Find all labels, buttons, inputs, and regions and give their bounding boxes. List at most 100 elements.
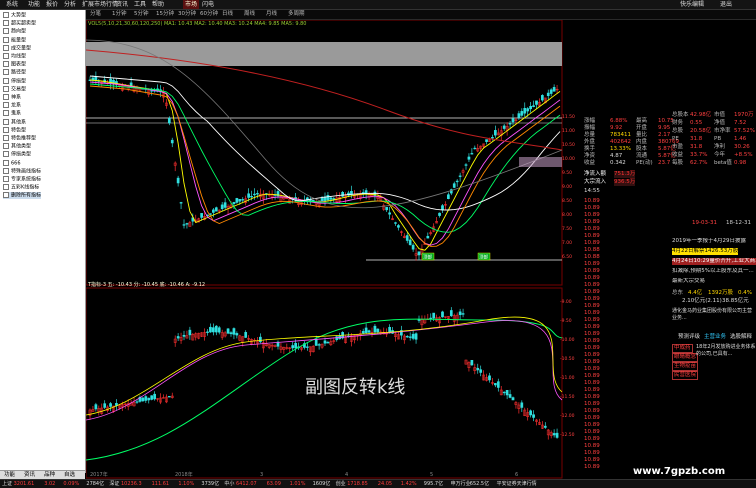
tree-item[interactable]: 停损类型	[3, 151, 31, 158]
candle-body	[405, 235, 409, 241]
tick-price: 10.89	[584, 380, 600, 386]
quote-label: 收益	[584, 160, 596, 166]
tree-item[interactable]: 超买超卖型	[3, 20, 36, 27]
tree-item[interactable]: 五彩K线指标	[3, 184, 39, 191]
expand-icon[interactable]	[3, 110, 9, 117]
period-button[interactable]: 分笔	[90, 10, 101, 19]
expand-icon[interactable]	[3, 28, 9, 35]
tree-item[interactable]: 均线型	[3, 53, 26, 60]
menu-item[interactable]: 工具	[132, 0, 148, 9]
price-tick: 6.50	[562, 255, 573, 260]
expand-icon[interactable]	[3, 167, 9, 174]
holders-label: 总东	[672, 290, 684, 296]
tick-price: 10.89	[584, 359, 600, 365]
tree-item[interactable]: 其他系	[3, 118, 26, 126]
expand-icon[interactable]	[3, 44, 9, 51]
period-button[interactable]: 60分钟	[200, 10, 218, 19]
expand-icon[interactable]	[3, 20, 9, 27]
tree-item[interactable]: 交易型	[3, 85, 26, 93]
expand-icon[interactable]	[3, 151, 9, 158]
kline-chart[interactable]: 顶部 顶部 2017年 2018年 3 4 5 6	[86, 20, 582, 479]
tree-item[interactable]: 成交量型	[3, 44, 31, 52]
expand-icon[interactable]	[3, 192, 9, 199]
sub-header: T指标-3 五: -10.43 分: -10.45 底: -10.46 A: -…	[88, 282, 206, 288]
tree-item[interactable]: 删除所有指标	[3, 192, 42, 200]
period-button[interactable]: 5分钟	[134, 10, 149, 19]
period-button[interactable]: 1分钟	[112, 10, 127, 19]
quote-tab[interactable]: 选股解释	[730, 334, 752, 341]
expand-icon[interactable]	[3, 143, 9, 150]
expand-icon[interactable]	[3, 184, 9, 191]
tree-item-label: 特色推荐型	[11, 135, 37, 142]
menu-item[interactable]: 闪电	[200, 0, 216, 9]
expand-icon[interactable]	[3, 85, 9, 92]
tree-item[interactable]: 神系	[3, 94, 21, 101]
quote-tab[interactable]: 主营业务	[704, 334, 726, 341]
expand-icon[interactable]	[3, 94, 9, 100]
period-button[interactable]: 15分钟	[156, 10, 174, 19]
candle-body	[388, 212, 391, 215]
tick-price: 10.89	[584, 226, 600, 232]
sub-candle-body	[488, 375, 491, 381]
expand-icon[interactable]	[3, 69, 9, 76]
tree-item[interactable]: 特色推荐型	[3, 135, 36, 142]
menu-item[interactable]: 分析	[62, 0, 78, 9]
candle-body	[511, 118, 515, 123]
tree-item[interactable]: 666	[3, 159, 21, 167]
tree-item[interactable]: 图表型	[3, 61, 26, 68]
tree-item[interactable]: 鬼系	[3, 110, 21, 117]
expand-icon[interactable]	[3, 135, 9, 141]
expand-icon[interactable]	[3, 12, 9, 18]
price-tick: 9.00	[562, 185, 573, 190]
news-item: 最新大宗交易	[672, 278, 706, 284]
news-item: 4月24日10:29量价齐升,工业大商...	[672, 258, 756, 265]
expand-icon[interactable]	[3, 102, 9, 109]
menu-item[interactable]: 市场	[183, 0, 200, 9]
report-date: 18-12-31	[726, 220, 751, 226]
sub-candle-body	[109, 403, 112, 407]
period-button[interactable]: 周线	[244, 10, 255, 19]
period-button[interactable]: 多周期	[288, 10, 305, 19]
tree-item[interactable]: 特殊画线指标	[3, 167, 41, 175]
tree-item[interactable]: 趋向型	[3, 28, 26, 35]
sub-candle-body	[147, 397, 151, 401]
expand-icon[interactable]	[3, 53, 9, 59]
tree-item[interactable]: 专家系统指标	[3, 176, 41, 183]
expand-icon[interactable]	[3, 159, 9, 166]
tree-item[interactable]: 特色型	[3, 126, 26, 134]
sub-candle-body	[294, 342, 297, 349]
expand-icon[interactable]	[3, 36, 9, 43]
candle-body	[464, 164, 468, 166]
sub-candle-body	[449, 310, 453, 317]
date-label: 6	[515, 472, 518, 478]
expand-icon[interactable]	[3, 77, 9, 84]
tree-item[interactable]: 路径型	[3, 69, 26, 76]
tree-item[interactable]: 停损型	[3, 77, 26, 85]
menu-item[interactable]: 快乐编辑	[678, 0, 706, 9]
tree-item-label: 大势型	[11, 12, 27, 19]
tree-item[interactable]: 其他类型	[3, 143, 31, 150]
expand-icon[interactable]	[3, 118, 9, 125]
tree-item-label: 五彩K线指标	[11, 184, 40, 191]
expand-icon[interactable]	[3, 176, 9, 182]
tree-item[interactable]: 龙系	[3, 102, 21, 109]
expand-icon[interactable]	[3, 61, 9, 68]
tree-item[interactable]: 能量型	[3, 36, 26, 44]
period-button[interactable]: 日线	[222, 10, 233, 19]
menu-item[interactable]: 系统	[4, 0, 20, 9]
period-button[interactable]: 月线	[266, 10, 277, 19]
expand-icon[interactable]	[3, 126, 9, 133]
quote-tab[interactable]: 预测评级	[678, 334, 700, 341]
menu-item[interactable]: 报价	[44, 0, 60, 9]
menu-item[interactable]: 退出	[718, 0, 734, 9]
report-date: 19-03-31	[692, 220, 717, 226]
tick-price: 10.89	[584, 352, 600, 358]
candle-body	[532, 105, 535, 107]
sub-candle-body	[441, 311, 444, 318]
period-button[interactable]: 30分钟	[178, 10, 196, 19]
tree-item[interactable]: 大势型	[3, 12, 26, 19]
candle-body	[455, 180, 459, 183]
menu-item[interactable]: 帮助	[150, 0, 166, 9]
menu-item[interactable]: 资讯	[114, 0, 130, 9]
menu-item[interactable]: 功能	[26, 0, 42, 9]
